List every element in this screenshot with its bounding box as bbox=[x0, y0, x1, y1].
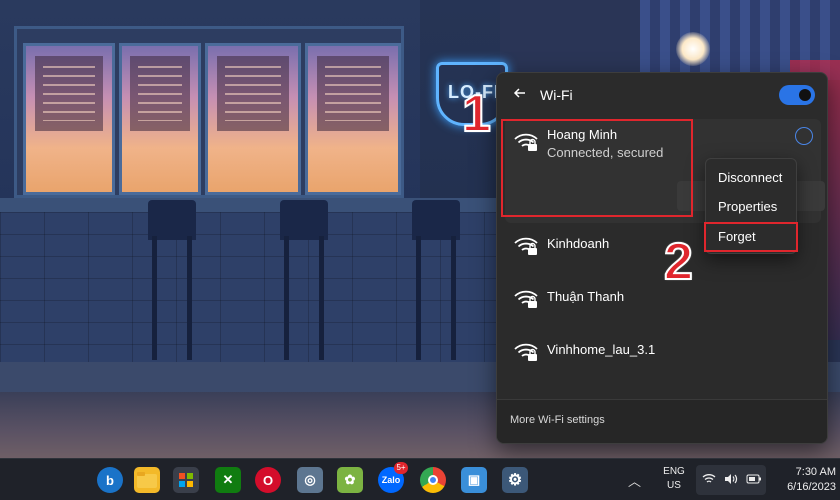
bing-icon[interactable]: b bbox=[97, 467, 123, 493]
wallpaper-pane bbox=[205, 43, 301, 195]
network-item-thuan-thanh[interactable]: Thuận Thanh bbox=[505, 276, 821, 322]
menu-item-disconnect[interactable]: Disconnect bbox=[706, 163, 796, 193]
xbox-icon[interactable]: ✕ bbox=[215, 467, 241, 493]
wifi-icon bbox=[702, 473, 716, 488]
quick-settings-tray[interactable] bbox=[696, 465, 766, 495]
microsoft-store-icon[interactable] bbox=[173, 467, 199, 493]
language-code: ENG bbox=[663, 466, 685, 477]
wallpaper-lamp bbox=[676, 32, 710, 66]
taskbar: b ✕ O ◎ ✿ Zalo 5+ ▣ ⚙ ︿ ENG US 7:30 AM 6… bbox=[0, 458, 840, 500]
menu-item-properties[interactable]: Properties bbox=[706, 192, 796, 222]
clock-time: 7:30 AM bbox=[795, 466, 836, 478]
notification-badge: 5+ bbox=[394, 462, 408, 474]
annotation-number-1: 1 bbox=[461, 85, 492, 143]
network-properties-icon[interactable] bbox=[795, 127, 813, 145]
wifi-panel-title: Wi-Fi bbox=[540, 87, 573, 103]
app-icon[interactable]: ▣ bbox=[461, 467, 487, 493]
opera-icon[interactable]: O bbox=[255, 467, 281, 493]
network-name: Kinhdoanh bbox=[547, 236, 610, 251]
wifi-secured-icon bbox=[514, 290, 538, 308]
wallpaper-window bbox=[14, 26, 404, 198]
wifi-flyout-header: Wi-Fi bbox=[497, 73, 827, 117]
settings-gear-icon[interactable]: ⚙ bbox=[502, 467, 528, 493]
wallpaper-stool bbox=[148, 200, 196, 360]
network-item-vinhhome[interactable]: Vinhhome_lau_3.1 bbox=[505, 329, 821, 375]
wifi-toggle-switch[interactable] bbox=[779, 85, 815, 105]
network-name: Vinhhome_lau_3.1 bbox=[547, 342, 656, 357]
battery-icon bbox=[746, 473, 762, 488]
chevron-up-icon[interactable]: ︿ bbox=[628, 471, 641, 490]
annotation-box-connected-network bbox=[501, 119, 693, 217]
wallpaper-pane bbox=[119, 43, 201, 195]
app-icon[interactable]: ◎ bbox=[297, 467, 323, 493]
wifi-secured-icon bbox=[514, 237, 538, 255]
annotation-box-forget bbox=[704, 222, 798, 252]
annotation-number-2: 2 bbox=[663, 233, 694, 291]
clock-date: 6/16/2023 bbox=[787, 481, 836, 493]
wallpaper-pane bbox=[23, 43, 115, 195]
app-icon[interactable]: ✿ bbox=[337, 467, 363, 493]
language-indicator[interactable]: ENG US bbox=[660, 465, 688, 493]
language-region: US bbox=[667, 480, 681, 491]
wallpaper-stool bbox=[412, 200, 460, 360]
wallpaper-stool bbox=[280, 200, 328, 360]
wifi-secured-icon bbox=[514, 343, 538, 361]
system-clock[interactable]: 7:30 AM 6/16/2023 bbox=[770, 465, 836, 495]
more-wifi-settings-link[interactable]: More Wi-Fi settings bbox=[510, 414, 605, 426]
wallpaper-pane bbox=[305, 43, 401, 195]
volume-icon bbox=[724, 473, 738, 488]
chrome-icon[interactable] bbox=[420, 467, 446, 493]
network-name: Thuận Thanh bbox=[547, 289, 625, 304]
file-explorer-icon[interactable] bbox=[134, 467, 160, 493]
wifi-flyout-footer: More Wi-Fi settings bbox=[497, 399, 827, 443]
back-arrow-icon[interactable] bbox=[509, 85, 531, 107]
toggle-knob bbox=[799, 89, 811, 101]
